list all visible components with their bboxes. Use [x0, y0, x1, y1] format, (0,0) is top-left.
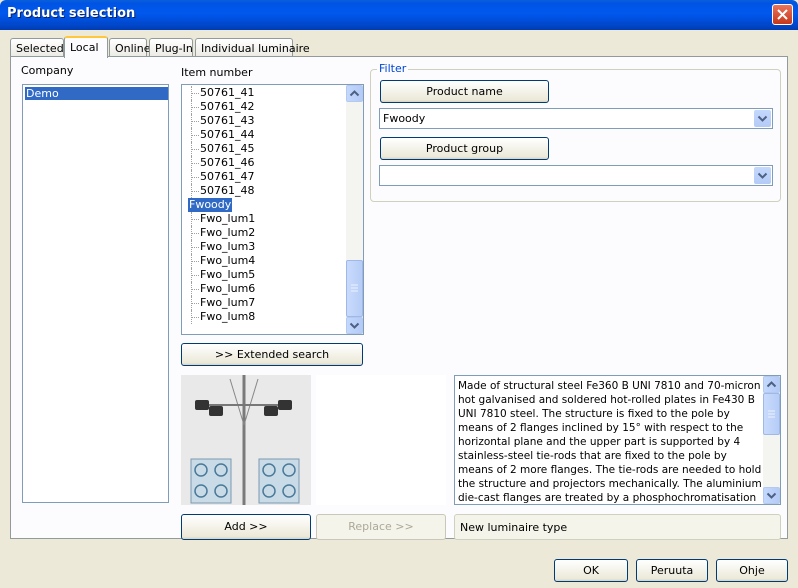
scroll-thumb[interactable]: [763, 393, 780, 435]
chevron-down-icon[interactable]: [754, 167, 771, 184]
close-button[interactable]: [772, 4, 793, 25]
filter-legend: Filter: [377, 62, 409, 75]
tree-item[interactable]: Fwo_lum6: [200, 282, 255, 296]
company-item-demo[interactable]: Demo: [25, 87, 168, 100]
product-selection-dialog: Product selection Selected Local Online …: [0, 0, 798, 588]
product-image-secondary: [316, 375, 446, 505]
tree-item[interactable]: 50761_46: [200, 156, 255, 170]
chevron-down-icon[interactable]: [754, 110, 771, 127]
tree-item[interactable]: Fwo_lum1: [200, 212, 255, 226]
luminaire-type-box: New luminaire type: [454, 514, 781, 540]
tree-item[interactable]: 50761_48: [200, 184, 255, 198]
tree-item[interactable]: Fwo_lum3: [200, 240, 255, 254]
tree-connector: [192, 233, 199, 234]
tree-connector: [192, 317, 199, 318]
tree-connector: [192, 191, 199, 192]
product-name-combo[interactable]: Fwoody: [379, 108, 773, 129]
pole-luminaire-icon: [181, 375, 311, 505]
close-icon: [777, 9, 788, 20]
tree-group-item[interactable]: Fwoody: [188, 198, 233, 212]
product-name-value: Fwoody: [383, 112, 426, 125]
tab-plug-in[interactable]: Plug-In: [149, 38, 193, 56]
grip-icon: [351, 284, 358, 292]
add-button[interactable]: Add >>: [181, 514, 311, 540]
tree-connector: [192, 121, 199, 122]
ok-button[interactable]: OK: [554, 559, 628, 582]
tree-connector: [192, 289, 199, 290]
window-title: Product selection: [7, 6, 136, 21]
scroll-up-button[interactable]: [346, 85, 363, 102]
arrow-up-icon: [349, 90, 360, 97]
tree-connector: [192, 149, 199, 150]
arrow-down-icon: [349, 322, 360, 329]
tree-connector: [192, 177, 199, 178]
tree-connector: [192, 107, 199, 108]
tree-item[interactable]: Fwo_lum5: [200, 268, 255, 282]
tree-connector: [192, 261, 199, 262]
tree-connector: [192, 93, 199, 94]
tree-item[interactable]: 50761_45: [200, 142, 255, 156]
cancel-button[interactable]: Peruuta: [636, 559, 708, 582]
tree-connector: [192, 247, 199, 248]
tab-local[interactable]: Local: [64, 36, 108, 58]
company-label: Company: [21, 64, 74, 77]
local-tab-panel: Company Demo Item number 50761_41 50761_4…: [10, 56, 788, 540]
scroll-thumb[interactable]: [346, 260, 363, 317]
product-name-button[interactable]: Product name: [380, 80, 549, 103]
tree-item[interactable]: 50761_44: [200, 128, 255, 142]
arrow-down-icon: [766, 492, 777, 499]
scroll-down-button[interactable]: [763, 487, 780, 504]
company-list[interactable]: Demo: [22, 84, 169, 503]
description-scrollbar[interactable]: [763, 376, 780, 504]
tree-item[interactable]: Fwo_lum8: [200, 310, 255, 324]
extended-search-button[interactable]: >> Extended search: [181, 343, 363, 366]
tab-individual-luminaire[interactable]: Individual luminaire: [195, 38, 310, 56]
description-textbox[interactable]: Made of structural steel Fe360 B UNI 781…: [454, 375, 781, 505]
tree-scrollbar[interactable]: [346, 85, 363, 334]
arrow-up-icon: [766, 381, 777, 388]
tree-connector: [192, 303, 199, 304]
filter-group: Filter Product name Fwoody Product group: [370, 62, 781, 202]
tree-item[interactable]: Fwo_lum2: [200, 226, 255, 240]
tab-selected[interactable]: Selected: [10, 38, 64, 56]
tree-item[interactable]: Fwo_lum4: [200, 254, 255, 268]
product-group-combo[interactable]: [379, 165, 773, 186]
scroll-up-button[interactable]: [763, 376, 780, 393]
tree-item[interactable]: 50761_42: [200, 100, 255, 114]
title-bar[interactable]: Product selection: [0, 0, 798, 30]
tree-connector: [192, 275, 199, 276]
tree-item[interactable]: 50761_43: [200, 114, 255, 128]
tree-item[interactable]: Fwo_lum7: [200, 296, 255, 310]
luminaire-type-text: New luminaire type: [460, 521, 568, 534]
tree-connector: [192, 219, 199, 220]
tree-item[interactable]: 50761_41: [200, 86, 255, 100]
tree-item[interactable]: 50761_47: [200, 170, 255, 184]
tree-connector: [192, 163, 199, 164]
item-number-label: Item number: [181, 66, 253, 79]
product-image: [181, 375, 311, 505]
replace-button: Replace >>: [316, 514, 446, 540]
grip-icon: [768, 410, 775, 418]
help-button[interactable]: Ohje: [716, 559, 788, 582]
tree-connector: [192, 135, 199, 136]
scroll-down-button[interactable]: [346, 317, 363, 334]
description-text: Made of structural steel Fe360 B UNI 781…: [458, 380, 762, 504]
item-number-tree[interactable]: 50761_41 50761_42 50761_43 50761_44 50761_45…: [181, 84, 364, 335]
tab-online[interactable]: Online: [109, 38, 150, 56]
product-group-button[interactable]: Product group: [380, 137, 549, 160]
